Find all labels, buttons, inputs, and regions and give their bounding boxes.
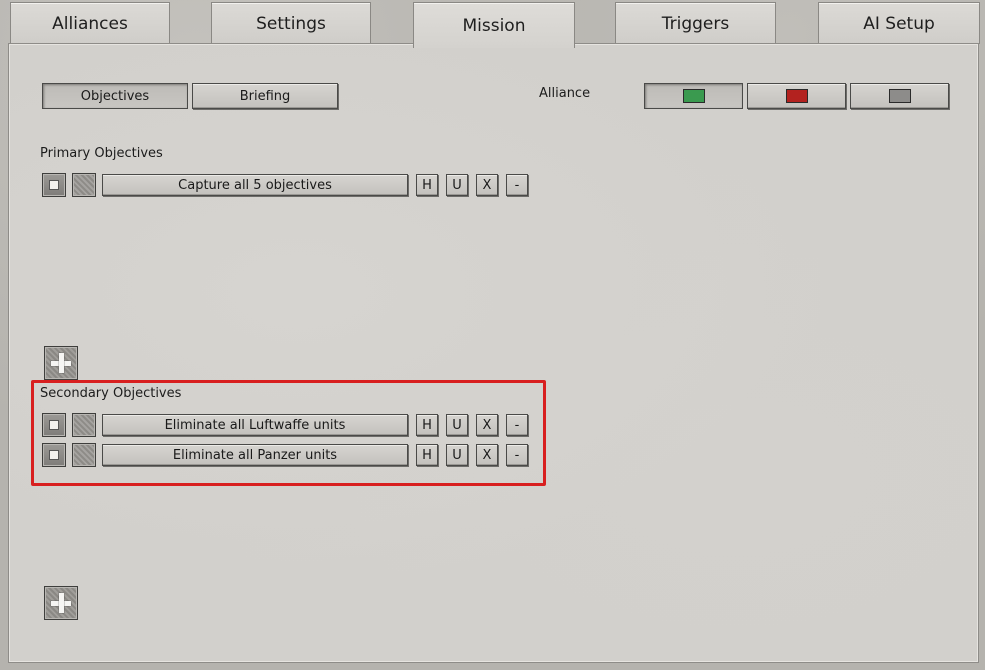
objective-remove-button[interactable]: - <box>506 174 528 196</box>
briefing-subtab[interactable]: Briefing <box>192 83 338 109</box>
add-primary-objective-button[interactable] <box>44 346 78 380</box>
objective-x-button[interactable]: X <box>476 444 498 466</box>
tab-triggers[interactable]: Triggers <box>615 2 776 44</box>
alliance-red-button[interactable] <box>747 83 846 109</box>
add-secondary-objective-button[interactable] <box>44 586 78 620</box>
objective-checkbox[interactable] <box>42 443 66 467</box>
objective-checkbox[interactable] <box>42 413 66 437</box>
checkbox-box <box>49 450 59 460</box>
alliance-gray-button[interactable] <box>850 83 949 109</box>
objective-remove-button[interactable]: - <box>506 414 528 436</box>
objective-h-button[interactable]: H <box>416 444 438 466</box>
objective-marker-button[interactable] <box>72 443 96 467</box>
primary-objectives-title: Primary Objectives <box>40 146 163 161</box>
objective-text-button[interactable]: Eliminate all Luftwaffe units <box>102 414 408 436</box>
objective-text-button[interactable]: Eliminate all Panzer units <box>102 444 408 466</box>
objectives-subtab[interactable]: Objectives <box>42 83 188 109</box>
objective-x-button[interactable]: X <box>476 174 498 196</box>
mission-panel: Objectives Briefing Alliance Primary Obj… <box>8 43 979 663</box>
objective-x-button[interactable]: X <box>476 414 498 436</box>
tab-mission[interactable]: Mission <box>413 2 575 48</box>
alliance-green-swatch <box>682 89 705 103</box>
checkbox-box <box>49 180 59 190</box>
objective-checkbox[interactable] <box>42 173 66 197</box>
tab-ai-setup[interactable]: AI Setup <box>818 2 980 44</box>
objective-h-button[interactable]: H <box>416 414 438 436</box>
alliance-label: Alliance <box>539 86 591 101</box>
objective-u-button[interactable]: U <box>446 174 468 196</box>
alliance-red-swatch <box>785 89 808 103</box>
tab-settings[interactable]: Settings <box>211 2 371 44</box>
alliance-green-button[interactable] <box>644 83 743 109</box>
alliance-gray-swatch <box>888 89 911 103</box>
objective-u-button[interactable]: U <box>446 444 468 466</box>
objective-text-button[interactable]: Capture all 5 objectives <box>102 174 408 196</box>
tab-alliances[interactable]: Alliances <box>10 2 170 44</box>
objective-u-button[interactable]: U <box>446 414 468 436</box>
objective-h-button[interactable]: H <box>416 174 438 196</box>
objective-remove-button[interactable]: - <box>506 444 528 466</box>
checkbox-box <box>49 420 59 430</box>
secondary-objectives-title: Secondary Objectives <box>40 386 182 401</box>
objective-marker-button[interactable] <box>72 173 96 197</box>
objective-marker-button[interactable] <box>72 413 96 437</box>
